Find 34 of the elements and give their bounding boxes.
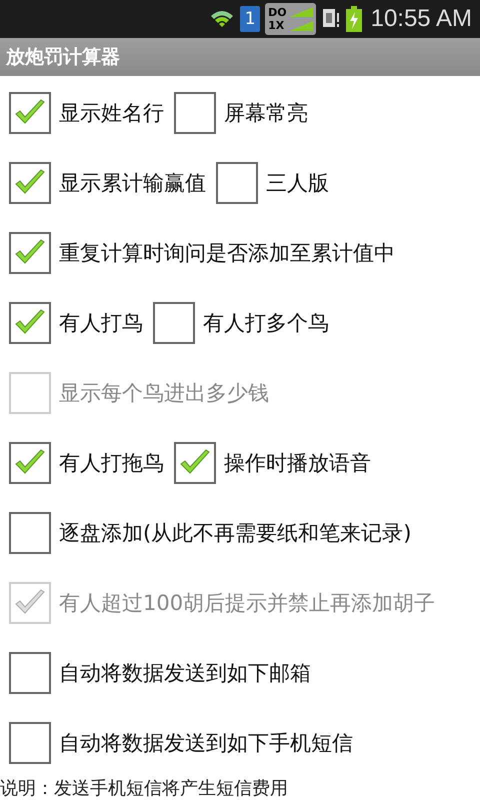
note-text: 说明：发送手机短信将产生短信费用	[0, 778, 289, 800]
checkbox[interactable]	[9, 92, 51, 134]
checkbox[interactable]	[216, 162, 258, 204]
option-label: 三人版	[266, 170, 329, 197]
checkbox[interactable]	[9, 442, 51, 484]
option-label: 有人打多个鸟	[203, 310, 329, 337]
option-label: 屏幕常亮	[224, 100, 308, 127]
checkbox[interactable]	[174, 92, 216, 134]
checkbox[interactable]	[9, 302, 51, 344]
checkbox[interactable]	[9, 652, 51, 694]
option-label: 显示每个鸟进出多少钱	[59, 380, 269, 407]
clock: 10:55 AM	[370, 5, 472, 33]
battery-charging-icon	[346, 6, 362, 32]
option-label: 自动将数据发送到如下邮箱	[59, 660, 311, 687]
signal-icon	[288, 5, 313, 33]
option-label: 有人超过100胡后提示并禁止再添加胡子	[59, 590, 436, 617]
option-label: 显示姓名行	[59, 100, 164, 127]
option-label: 有人打鸟	[59, 310, 143, 337]
option-label: 显示累计输赢值	[59, 170, 206, 197]
option-label: 逐盘添加(从此不再需要纸和笔来记录)	[59, 520, 412, 547]
network-label: DO	[268, 6, 287, 19]
app-title: 放炮罚计算器	[6, 45, 120, 70]
checkbox[interactable]	[9, 512, 51, 554]
checkbox[interactable]	[153, 302, 195, 344]
option-label: 有人打拖鸟	[59, 450, 164, 477]
option-label: 自动将数据发送到如下手机短信	[59, 730, 353, 757]
checkbox[interactable]	[174, 442, 216, 484]
checkbox[interactable]	[9, 232, 51, 274]
option-label: 操作时播放语音	[224, 450, 371, 477]
checkbox[interactable]	[9, 722, 51, 764]
network-label: 1X	[268, 19, 286, 32]
option-label: 重复计算时询问是否添加至累计值中	[59, 240, 395, 267]
sim-badge: 1	[240, 6, 260, 32]
checkbox[interactable]	[9, 162, 51, 204]
